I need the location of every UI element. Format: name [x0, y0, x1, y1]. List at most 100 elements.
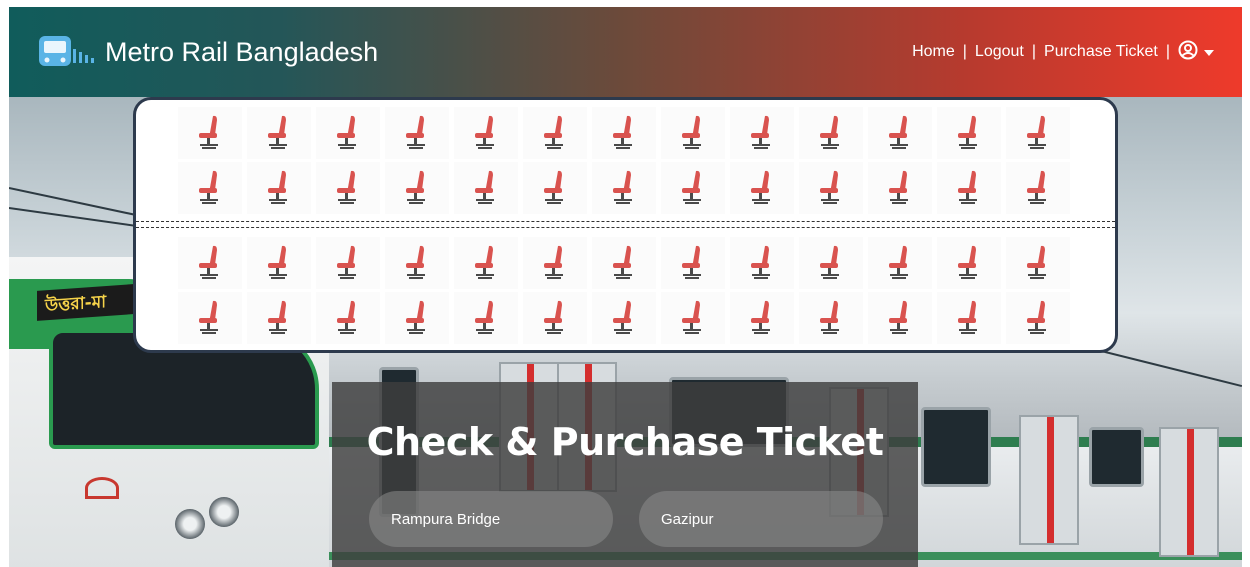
- seat-icon: [400, 113, 434, 154]
- brand[interactable]: Metro Rail Bangladesh: [37, 32, 378, 72]
- seat-button[interactable]: [178, 162, 242, 214]
- seat-button[interactable]: [385, 292, 449, 344]
- user-menu-toggle[interactable]: [1178, 40, 1214, 65]
- seat-icon: [1021, 298, 1055, 339]
- seat-button[interactable]: [592, 292, 656, 344]
- main-nav: Home | Logout | Purchase Ticket |: [912, 40, 1214, 65]
- seat-button[interactable]: [661, 237, 725, 289]
- seat-button[interactable]: [592, 162, 656, 214]
- from-station-input[interactable]: [369, 491, 613, 547]
- seat-icon: [469, 113, 503, 154]
- seat-icon: [814, 243, 848, 284]
- seat-button[interactable]: [523, 107, 587, 159]
- seat-button[interactable]: [247, 107, 311, 159]
- seat-button[interactable]: [868, 162, 932, 214]
- seat-button[interactable]: [661, 292, 725, 344]
- seat-icon: [400, 168, 434, 209]
- seat-button[interactable]: [454, 292, 518, 344]
- seat-button[interactable]: [178, 292, 242, 344]
- nav-home-link[interactable]: Home: [912, 43, 955, 61]
- seat-button[interactable]: [316, 237, 380, 289]
- seat-button[interactable]: [385, 107, 449, 159]
- seat-button[interactable]: [178, 107, 242, 159]
- seat-button[interactable]: [868, 292, 932, 344]
- seat-button[interactable]: [1006, 107, 1070, 159]
- seat-icon: [331, 298, 365, 339]
- seat-button[interactable]: [592, 107, 656, 159]
- seat-icon: [745, 113, 779, 154]
- seat-button[interactable]: [385, 162, 449, 214]
- seat-icon: [745, 243, 779, 284]
- seat-icon: [1021, 243, 1055, 284]
- seat-icon: [952, 298, 986, 339]
- seat-button[interactable]: [799, 107, 863, 159]
- seat-button[interactable]: [937, 292, 1001, 344]
- seat-button[interactable]: [937, 107, 1001, 159]
- seat-row: [178, 292, 1070, 344]
- seat-button[interactable]: [316, 162, 380, 214]
- seat-icon: [883, 113, 917, 154]
- nav-purchase-ticket-link[interactable]: Purchase Ticket: [1044, 43, 1158, 61]
- seat-button[interactable]: [1006, 162, 1070, 214]
- seat-icon: [262, 168, 296, 209]
- seat-icon: [400, 298, 434, 339]
- ticket-panel: Check & Purchase Ticket: [332, 382, 918, 567]
- seat-button[interactable]: [523, 162, 587, 214]
- seat-icon: [262, 298, 296, 339]
- seat-button[interactable]: [937, 237, 1001, 289]
- seat-button[interactable]: [868, 107, 932, 159]
- seat-button[interactable]: [937, 162, 1001, 214]
- seat-row: [178, 107, 1070, 159]
- seat-icon: [676, 113, 710, 154]
- headlamp: [175, 509, 205, 539]
- seat-icon: [262, 113, 296, 154]
- seat-button[interactable]: [247, 237, 311, 289]
- seat-button[interactable]: [592, 237, 656, 289]
- seat-button[interactable]: [799, 237, 863, 289]
- seat-button[interactable]: [661, 107, 725, 159]
- seat-icon: [538, 113, 572, 154]
- nav-logout-link[interactable]: Logout: [975, 43, 1024, 61]
- seat-map: [133, 97, 1118, 353]
- seat-icon: [607, 298, 641, 339]
- seat-button[interactable]: [385, 237, 449, 289]
- seat-icon: [193, 168, 227, 209]
- seat-button[interactable]: [454, 237, 518, 289]
- seat-button[interactable]: [799, 162, 863, 214]
- seat-button[interactable]: [799, 292, 863, 344]
- seat-button[interactable]: [730, 162, 794, 214]
- train-door: [1019, 415, 1079, 545]
- headlamp: [209, 497, 239, 527]
- seat-icon: [193, 113, 227, 154]
- seat-button[interactable]: [730, 237, 794, 289]
- seat-button[interactable]: [1006, 292, 1070, 344]
- seat-icon: [676, 298, 710, 339]
- seat-button[interactable]: [247, 162, 311, 214]
- seat-icon: [745, 168, 779, 209]
- seat-button[interactable]: [523, 237, 587, 289]
- train-door: [1159, 427, 1219, 557]
- seat-button[interactable]: [730, 292, 794, 344]
- user-circle-icon: [1178, 40, 1198, 65]
- seat-icon: [262, 243, 296, 284]
- seat-icon: [469, 168, 503, 209]
- seat-icon: [883, 243, 917, 284]
- seat-button[interactable]: [316, 107, 380, 159]
- seat-icon: [883, 168, 917, 209]
- seat-button[interactable]: [454, 107, 518, 159]
- metro-train-icon: [37, 32, 97, 72]
- seat-icon: [952, 113, 986, 154]
- to-station-input[interactable]: [639, 491, 883, 547]
- seat-button[interactable]: [454, 162, 518, 214]
- seat-button[interactable]: [247, 292, 311, 344]
- seat-button[interactable]: [178, 237, 242, 289]
- seat-icon: [814, 298, 848, 339]
- seat-button[interactable]: [730, 107, 794, 159]
- seat-icon: [814, 113, 848, 154]
- nav-separator: |: [1165, 43, 1170, 60]
- seat-button[interactable]: [316, 292, 380, 344]
- seat-button[interactable]: [868, 237, 932, 289]
- seat-button[interactable]: [661, 162, 725, 214]
- seat-button[interactable]: [1006, 237, 1070, 289]
- seat-button[interactable]: [523, 292, 587, 344]
